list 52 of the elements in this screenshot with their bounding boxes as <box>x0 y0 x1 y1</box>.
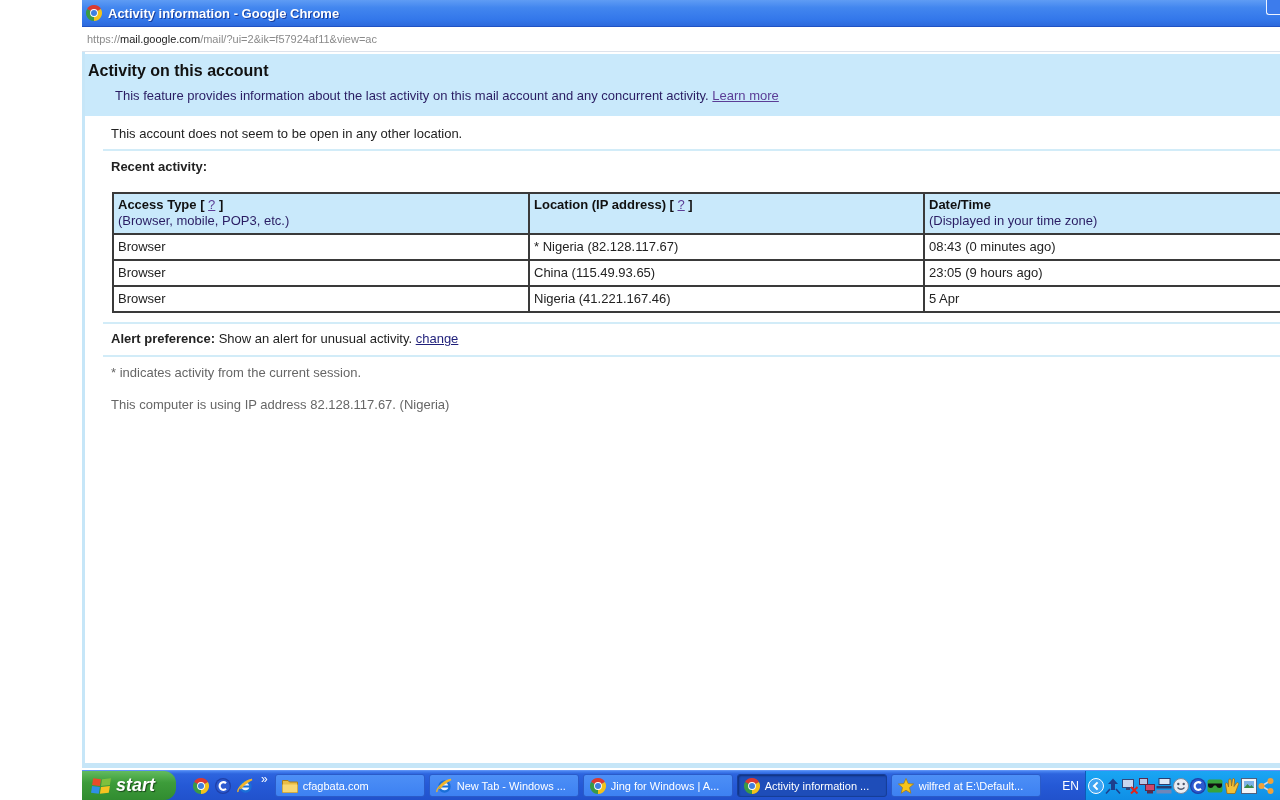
start-button[interactable]: start <box>82 771 176 800</box>
picture-icon[interactable] <box>1241 777 1257 794</box>
sunglasses-icon[interactable] <box>1207 777 1223 794</box>
help-link[interactable]: ? <box>208 197 216 212</box>
column-title: Access Type [ ? ] <box>118 197 225 213</box>
change-link[interactable]: change <box>415 331 459 346</box>
flag-icon <box>91 777 111 794</box>
column-note: (Displayed in your time zone) <box>929 213 1099 229</box>
disc-arc-icon[interactable] <box>1190 777 1206 794</box>
column-title: Date/Time <box>929 197 992 213</box>
section-label: Recent activity: <box>110 159 209 175</box>
taskbar-button[interactable]: Activity information ... <box>736 774 887 797</box>
monitor-x-icon[interactable] <box>1122 777 1138 794</box>
sphere-icon <box>743 777 760 794</box>
chevron-circle-icon[interactable] <box>1088 777 1104 794</box>
ip-address-text: This computer is using IP address 82.128.117.67. (Nigeria) <box>110 397 451 413</box>
page-heading: Activity on this account <box>88 61 270 80</box>
ring-orbit-icon <box>435 777 452 794</box>
column-note: (Browser, mobile, POP3, etc.) <box>118 213 291 229</box>
sphere-icon <box>589 777 606 794</box>
star-icon <box>897 777 914 794</box>
smiley-icon[interactable] <box>1173 777 1189 794</box>
intro-text: This feature provides information about the last activity on this mail account and any concurrent activity. Learn more <box>115 88 780 104</box>
ring-orbit-icon[interactable] <box>237 777 253 794</box>
arrow-up-icon[interactable] <box>1105 777 1121 794</box>
disc-arc-icon[interactable] <box>215 777 231 794</box>
stack-icon[interactable] <box>1156 777 1172 794</box>
sphere-icon <box>86 5 102 21</box>
table-cell: Nigeria (41.221.167.46) <box>529 286 924 312</box>
taskbar-button[interactable]: New Tab - Windows ... <box>428 774 579 797</box>
footnote-text: * indicates activity from the current session. <box>110 365 362 381</box>
more-button[interactable]: » <box>258 772 271 786</box>
sphere-icon[interactable] <box>193 777 209 794</box>
help-link[interactable]: ? <box>677 197 685 212</box>
table-cell: Browser <box>113 260 529 286</box>
column-title: Location (IP address) [ ? ] <box>534 197 694 213</box>
computers-icon[interactable] <box>1139 777 1155 794</box>
session-status-text: This account does not seem to be open in any other location. <box>110 126 464 142</box>
table-cell: Browser <box>113 286 529 312</box>
table-cell: China (115.49.93.65) <box>529 260 924 286</box>
language-indicator[interactable]: EN <box>1062 778 1079 793</box>
table-cell: * Nigeria (82.128.117.67) <box>529 234 924 260</box>
taskbar-button[interactable]: Jing for Windows | A... <box>582 774 733 797</box>
window-title: Activity information - Google Chrome <box>108 5 340 21</box>
taskbar-button[interactable]: wilfred at E:\Default... <box>890 774 1041 797</box>
window-button[interactable] <box>1266 0 1280 15</box>
url-text: https://mail.google.com/mail/?ui=2&ik=f57924af11&view=ac <box>87 33 377 45</box>
taskbar-button[interactable]: cfagbata.com <box>274 774 425 797</box>
learn-more-link[interactable]: Learn more <box>712 88 779 103</box>
folder-icon <box>281 777 298 794</box>
table-cell: Browser <box>113 234 529 260</box>
alert-preference-text: Alert preference: Show an alert for unusual activity. change <box>110 331 460 347</box>
